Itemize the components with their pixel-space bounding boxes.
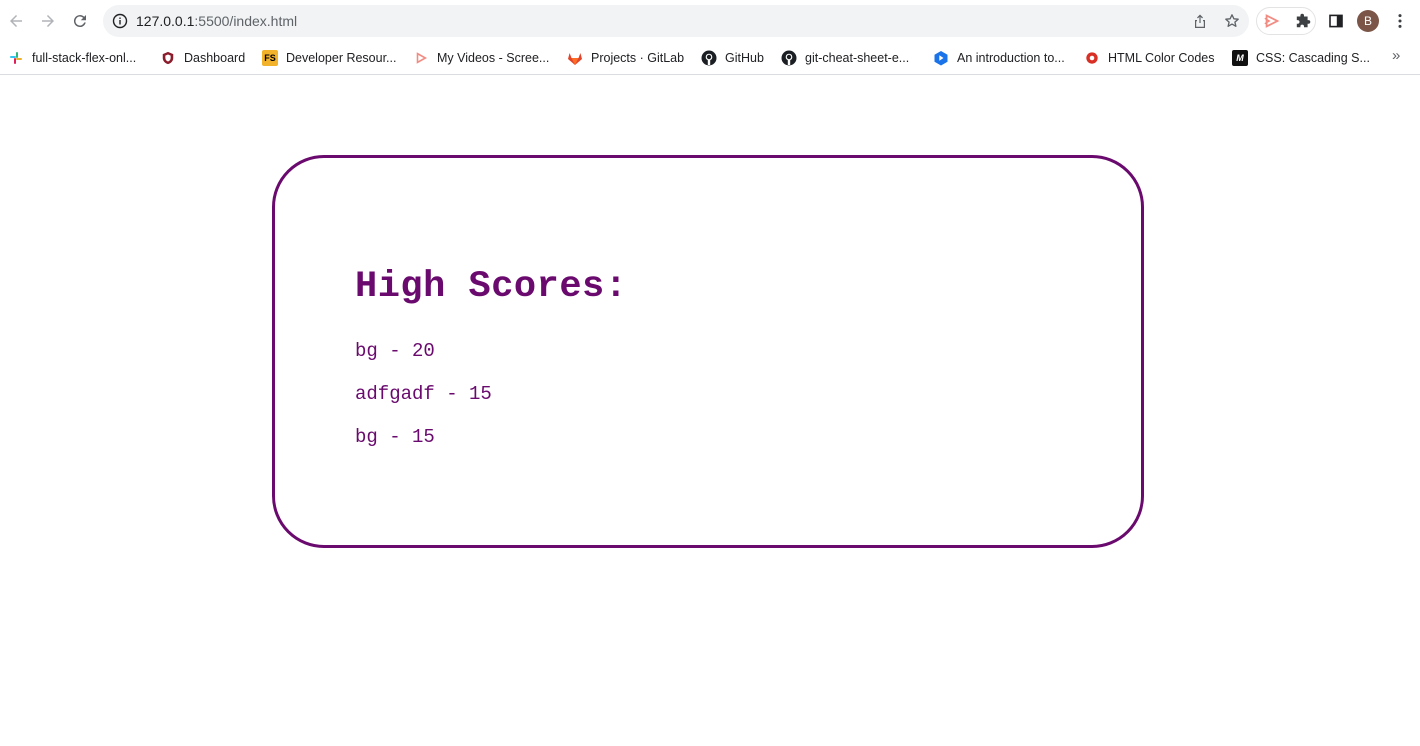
list-item: bg - 20 [355,340,435,362]
browser-toolbar: 127.0.0.1:5500/index.html B [0,0,1420,42]
bookmark-item[interactable]: full-stack-flex-onl... [8,48,136,68]
forward-icon[interactable] [36,9,60,33]
back-icon[interactable] [4,9,28,33]
slack-icon [8,50,24,66]
bookmark-item[interactable]: An introduction to... [933,48,1065,68]
bookmark-label: CSS: Cascading S... [1256,51,1370,65]
screencast-extension-icon[interactable] [1262,11,1282,31]
high-scores-list: bg - 20 adfgadf - 15 bg - 15 [355,340,492,469]
kebab-menu-icon[interactable] [1390,11,1410,31]
bookmark-item[interactable]: My Videos - Scree... [413,48,549,68]
bookmark-label: HTML Color Codes [1108,51,1215,65]
bookmark-item[interactable]: M CSS: Cascading S... [1232,48,1370,68]
bookmark-label: Developer Resour... [286,51,397,65]
color-wheel-icon [1084,50,1100,66]
play-icon [933,50,949,66]
bookmarks-overflow-button[interactable]: » [1392,47,1400,64]
bookmark-label: Dashboard [184,51,246,65]
bookmark-item[interactable]: GitHub [701,48,764,68]
bookmark-item[interactable]: Projects · GitLab [567,48,684,68]
bookmark-label: Projects · GitLab [591,51,685,65]
page-title: High Scores: [355,266,628,308]
side-panel-icon[interactable] [1326,11,1346,31]
bookmark-label: An introduction to... [957,51,1065,65]
mdn-icon: M [1232,50,1248,66]
bookmark-label: GitHub [725,51,764,65]
address-bar[interactable]: 127.0.0.1:5500/index.html [103,5,1249,37]
screencast-icon [413,50,429,66]
shield-icon [160,50,176,66]
reload-icon[interactable] [68,9,92,33]
profile-avatar[interactable]: B [1357,10,1379,32]
bookmarks-bar: full-stack-flex-onl... Dashboard FS Deve… [0,42,1420,75]
bookmark-item[interactable]: Dashboard [160,48,245,68]
puzzle-icon[interactable] [1294,11,1314,31]
bookmark-item[interactable]: HTML Color Codes [1084,48,1215,68]
github-icon [781,50,797,66]
gitlab-icon [567,50,583,66]
url-host: 127.0.0.1 [136,13,195,29]
bookmark-item[interactable]: git-cheat-sheet-e... [781,48,909,68]
share-icon[interactable] [1192,13,1208,29]
fs-icon: FS [262,50,278,66]
bookmark-label: git-cheat-sheet-e... [805,51,910,65]
star-icon[interactable] [1224,13,1240,29]
url-path: :5500/index.html [194,13,298,29]
github-icon [701,50,717,66]
list-item: bg - 15 [355,426,435,448]
bookmark-label: full-stack-flex-onl... [32,51,137,65]
list-item: adfgadf - 15 [355,383,492,405]
bookmark-item[interactable]: FS Developer Resour... [262,48,396,68]
url-text[interactable]: 127.0.0.1:5500/index.html [136,13,297,29]
high-scores-card: High Scores: bg - 20 adfgadf - 15 bg - 1… [272,155,1144,548]
info-icon[interactable] [112,13,128,29]
bookmark-label: My Videos - Scree... [437,51,550,65]
